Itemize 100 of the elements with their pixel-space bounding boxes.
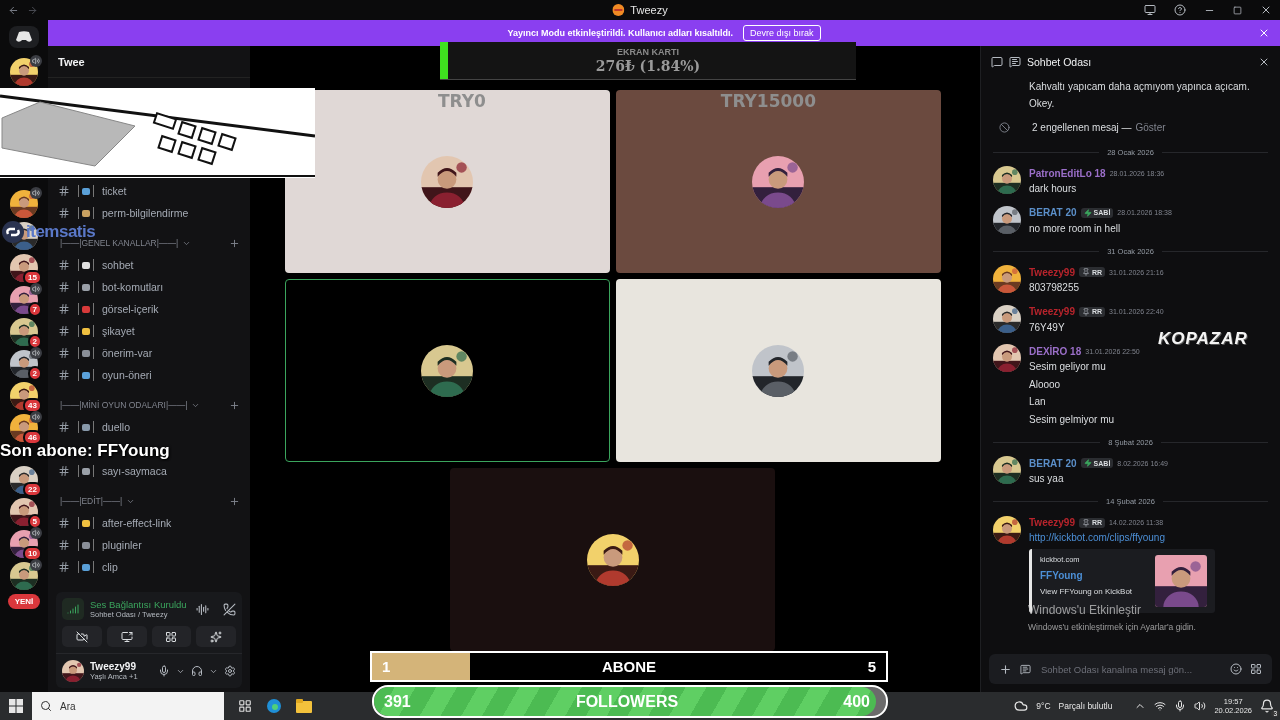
maximize-icon[interactable] [1233,5,1242,15]
author-name[interactable]: Tweezy99 [1029,517,1075,528]
category-name[interactable]: |——|MİNİ OYUN ODALARI|——| [60,400,188,410]
new-badge[interactable]: YENİ [7,594,41,609]
search-field[interactable]: Ara [32,692,224,720]
add-icon[interactable] [999,662,1012,676]
video-tile[interactable] [284,90,610,273]
goal-max-label: TRY15000 [720,91,816,111]
activities-button[interactable] [151,626,192,647]
author-name[interactable]: BERAT 20 [1029,457,1077,469]
voice-status[interactable]: Ses Bağlantısı Kuruldu [90,599,190,610]
microphone-icon[interactable] [1174,700,1187,712]
disconnect-icon[interactable] [223,602,236,616]
disable-button[interactable]: Devre dışı bırak [743,25,821,41]
video-tile[interactable] [615,279,941,462]
channel-item[interactable]: clip [48,556,250,578]
home-button[interactable] [9,26,39,48]
channel-item[interactable]: önerim-var [48,342,250,364]
video-tile[interactable] [615,90,941,273]
hash-icon [58,421,70,433]
folder-icon[interactable] [296,699,312,713]
channel-item[interactable]: perm-bilgilendirme [48,202,250,224]
server-icon[interactable]: 15 [10,254,38,282]
author-name[interactable]: Tweezy99 [1029,266,1075,278]
help-icon[interactable] [1174,4,1186,16]
camera-button[interactable] [62,626,102,647]
message-input[interactable]: Sohbet Odası kanalına mesaj gön... [1039,662,1222,676]
settings-icon[interactable] [224,665,236,677]
channel-emoji-icon [78,539,94,551]
server-icon[interactable]: 2 [10,318,38,346]
monitor-icon[interactable] [1144,4,1156,16]
author-name[interactable]: PatronEditLo 18 [1029,167,1106,179]
message-text: no more room in hell [1029,221,1122,236]
notifications-icon[interactable] [1260,699,1274,713]
hash-icon [58,465,70,477]
category-name[interactable]: |——|GENEL KANALLAR|——| [60,238,179,248]
search-icon [40,700,52,712]
channel-item[interactable]: after-effect-link [48,512,250,534]
add-channel-icon[interactable] [229,399,240,411]
activation-title: Windows'u Etkinleştir [1028,603,1141,617]
back-icon[interactable] [8,4,19,16]
network-icon[interactable] [1154,700,1167,712]
close-icon[interactable] [1258,27,1270,39]
message-link[interactable]: http://kickbot.com/clips/ffyoung [1029,529,1215,546]
channel-item[interactable]: duello [48,416,250,438]
browser-icon[interactable] [266,698,282,714]
channel-item[interactable]: sohbet [48,254,250,276]
microphone-icon[interactable] [158,665,170,677]
close-icon[interactable] [1258,56,1270,68]
channel-item[interactable]: şikayet [48,320,250,342]
add-channel-icon[interactable] [229,495,240,507]
chat-title: Sohbet Odası [1027,56,1092,68]
channel-item[interactable]: görsel-içerik [48,298,250,320]
speaker-icon [32,529,40,537]
user-name[interactable]: Tweezy99 [90,661,152,672]
emoji-icon[interactable] [1230,663,1242,675]
server-icon[interactable]: 22 [10,466,38,494]
video-tile[interactable] [284,279,610,462]
task-view-icon[interactable] [238,699,252,713]
channel-emoji-icon [78,185,94,197]
author-name[interactable]: DEXİRO 18 [1029,345,1082,357]
audio-icon[interactable] [196,602,209,616]
channel-item[interactable]: oyun-öneri [48,364,250,386]
headphones-icon[interactable] [191,665,203,677]
donation-amount: 276₺ (1.84%) [595,58,701,74]
author-name[interactable]: BERAT 20 [1029,207,1077,218]
author-name[interactable]: Tweezy99 [1029,306,1075,317]
sponsor-logo: KOPAZAR [1158,329,1248,349]
embed-title[interactable]: FFYoung [1040,569,1147,581]
server-icon[interactable]: 43 [10,382,38,410]
speaker-icon [32,413,40,421]
add-channel-icon[interactable] [229,237,240,249]
close-icon[interactable] [1260,4,1272,16]
weather-icon[interactable] [1014,699,1029,713]
channel-item[interactable]: ticket [48,180,250,202]
volume-icon[interactable] [1194,700,1207,712]
apps-icon[interactable] [1250,663,1262,675]
message-composer[interactable]: Sohbet Odası kanalına mesaj gön... [989,654,1272,684]
thread-icon[interactable] [991,56,1003,68]
grid-icon [165,630,178,643]
channel-emoji-icon [78,421,94,433]
channel-emoji-icon [78,325,94,337]
show-link[interactable]: Göster [1135,121,1166,133]
channel-item[interactable]: sayı-saymaca [48,460,250,482]
server-name[interactable]: Twee [58,55,85,68]
speaker-icon [32,285,40,293]
goal-target: 400 [843,692,870,711]
server-icon[interactable]: 5 [10,498,38,526]
screen-share-button[interactable] [106,626,147,647]
video-tile[interactable] [450,468,775,651]
soundboard-button[interactable] [196,626,236,647]
unread-badge: 22 [23,482,42,497]
text-channel-icon [1009,56,1021,68]
channel-emoji-icon [78,207,94,219]
category-name[interactable]: |——|EDİT|——| [60,496,123,506]
channel-emoji-icon [78,259,94,271]
hash-icon [58,539,70,551]
windows-icon[interactable] [9,699,23,713]
channel-item[interactable]: bot-komutları [48,276,250,298]
channel-item[interactable]: pluginler [48,534,250,556]
